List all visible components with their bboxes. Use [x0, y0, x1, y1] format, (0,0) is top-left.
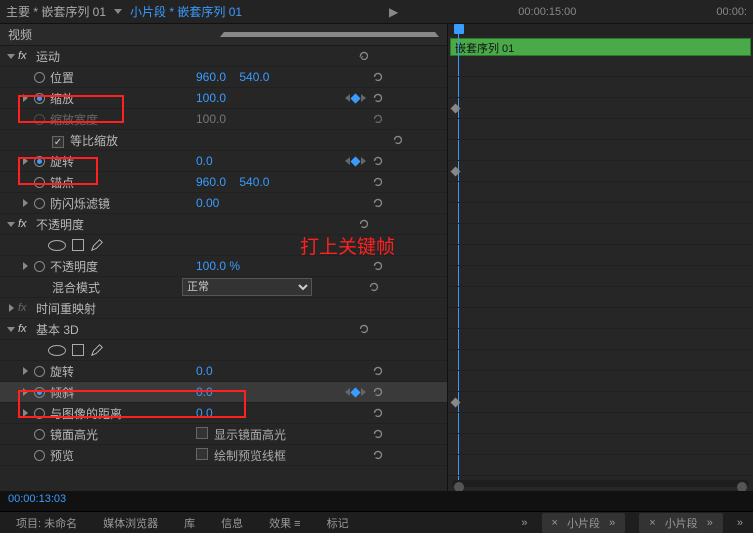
reset-icon[interactable] [366, 91, 390, 105]
reset-icon[interactable] [366, 364, 390, 378]
prop-antiflicker[interactable]: 防闪烁滤镜 0.00 [0, 193, 447, 214]
prop-preview[interactable]: 预览 绘制预览线框 [0, 445, 447, 466]
pen-mask-icon[interactable] [90, 343, 104, 357]
reset-icon[interactable] [362, 280, 386, 294]
specular-checkbox[interactable] [196, 427, 208, 439]
tab-media-browser[interactable]: 媒体浏览器 [97, 513, 164, 533]
effect-controls-panel: 视频 fx 运动 位置 960.0 540.0 [0, 24, 448, 491]
tab-library[interactable]: 库 [178, 513, 201, 533]
reset-icon[interactable] [366, 175, 390, 189]
reset-icon[interactable] [366, 448, 390, 462]
prop-uniform-scale[interactable]: 等比缩放 [0, 130, 447, 151]
prop-specular[interactable]: 镜面高光 显示镜面高光 [0, 424, 447, 445]
prop-anchor[interactable]: 锚点 960.0 540.0 [0, 172, 447, 193]
fx-badge-icon: fx [18, 50, 32, 62]
stopwatch-icon [34, 114, 45, 125]
keyframe-marker[interactable] [451, 397, 461, 407]
blend-mode-select[interactable]: 正常 [182, 278, 312, 296]
prop-blend-mode[interactable]: 混合模式 正常 [0, 277, 447, 298]
uniform-checkbox[interactable] [52, 136, 64, 148]
reset-icon[interactable] [366, 427, 390, 441]
reset-icon[interactable] [366, 112, 390, 126]
keyframe-marker[interactable] [451, 166, 461, 176]
effect-basic-3d[interactable]: fx 基本 3D [0, 319, 447, 340]
opacity-mask-tools [0, 235, 447, 256]
fx-badge-icon: fx [18, 302, 32, 314]
stopwatch-icon[interactable] [34, 450, 45, 461]
timeline-tick-2: 00:00: [716, 6, 747, 18]
current-timecode[interactable]: 00:00:13:03 [0, 491, 753, 511]
effect-motion[interactable]: fx 运动 [0, 46, 447, 67]
preview-checkbox[interactable] [196, 448, 208, 460]
stopwatch-icon[interactable] [34, 387, 45, 398]
fx-badge-icon: fx [18, 323, 32, 335]
reset-icon[interactable] [386, 133, 410, 147]
prop-swivel[interactable]: 旋转 0.0 [0, 361, 447, 382]
keyframe-marker[interactable] [451, 103, 461, 113]
sequence-tab[interactable]: × 小片段 » [542, 513, 626, 533]
tab-project[interactable]: 项目: 未命名 [10, 513, 83, 533]
reset-icon[interactable] [352, 322, 376, 336]
tab-effects[interactable]: 效果 ≡ [263, 513, 306, 533]
tab-markers[interactable]: 标记 [321, 513, 355, 533]
prop-scale-width: 缩放宽度 100.0 [0, 109, 447, 130]
pen-mask-icon[interactable] [90, 238, 104, 252]
tab-info[interactable]: 信息 [215, 513, 249, 533]
keyframe-nav[interactable] [316, 388, 366, 396]
reset-icon[interactable] [352, 217, 376, 231]
stopwatch-icon[interactable] [34, 177, 45, 188]
ellipse-mask-icon[interactable] [48, 345, 66, 356]
overflow-icon[interactable]: » [521, 517, 527, 529]
reset-icon[interactable] [366, 385, 390, 399]
prop-opacity[interactable]: 不透明度 100.0 % [0, 256, 447, 277]
prop-scale[interactable]: 缩放 100.0 [0, 88, 447, 109]
keyframe-nav[interactable] [316, 94, 366, 102]
rect-mask-icon[interactable] [72, 239, 84, 251]
bottom-tabs: 项目: 未命名 媒体浏览器 库 信息 效果 ≡ 标记 » × 小片段 » × 小… [0, 511, 753, 533]
reset-icon[interactable] [366, 70, 390, 84]
basic3d-mask-tools [0, 340, 447, 361]
master-clip-label: 主要 * 嵌套序列 01 [6, 3, 106, 20]
master-dropdown-icon[interactable] [114, 9, 122, 14]
prop-tilt[interactable]: 倾斜 0.0 [0, 382, 447, 403]
ellipse-mask-icon[interactable] [48, 240, 66, 251]
reset-icon[interactable] [366, 406, 390, 420]
stopwatch-icon[interactable] [34, 156, 45, 167]
reset-icon[interactable] [366, 259, 390, 273]
stopwatch-icon[interactable] [34, 93, 45, 104]
timeline-clip[interactable]: 嵌套序列 01 [450, 38, 751, 56]
sequence-tab[interactable]: × 小片段 » [639, 513, 723, 533]
source-clip-label: 小片段 * 嵌套序列 01 [130, 3, 242, 20]
prop-rotation[interactable]: 旋转 0.0 [0, 151, 447, 172]
stopwatch-icon[interactable] [34, 261, 45, 272]
overflow-icon[interactable]: » [737, 517, 743, 529]
video-section-header[interactable]: 视频 [0, 24, 447, 46]
rect-mask-icon[interactable] [72, 344, 84, 356]
timeline-tick-1: 00:00:15:00 [518, 6, 576, 18]
play-icon[interactable]: ▶ [389, 5, 398, 19]
mini-timeline[interactable]: 嵌套序列 01 [448, 24, 753, 491]
stopwatch-icon[interactable] [34, 72, 45, 83]
time-ruler[interactable] [448, 24, 753, 36]
effect-opacity[interactable]: fx 不透明度 [0, 214, 447, 235]
stopwatch-icon[interactable] [34, 429, 45, 440]
stopwatch-icon[interactable] [34, 408, 45, 419]
prop-position[interactable]: 位置 960.0 540.0 [0, 67, 447, 88]
effect-time-remap[interactable]: fx 时间重映射 [0, 298, 447, 319]
fx-badge-icon: fx [18, 218, 32, 230]
timeline-zoom-scrollbar[interactable] [452, 480, 749, 487]
keyframe-nav[interactable] [316, 157, 366, 165]
stopwatch-icon[interactable] [34, 198, 45, 209]
stopwatch-icon[interactable] [34, 366, 45, 377]
reset-icon[interactable] [352, 49, 376, 63]
collapse-icon[interactable] [220, 32, 440, 37]
reset-icon[interactable] [366, 196, 390, 210]
reset-icon[interactable] [366, 154, 390, 168]
prop-distance[interactable]: 与图像的距离 0.0 [0, 403, 447, 424]
panel-header: 主要 * 嵌套序列 01 小片段 * 嵌套序列 01 ▶ 00:00:15:00… [0, 0, 753, 24]
